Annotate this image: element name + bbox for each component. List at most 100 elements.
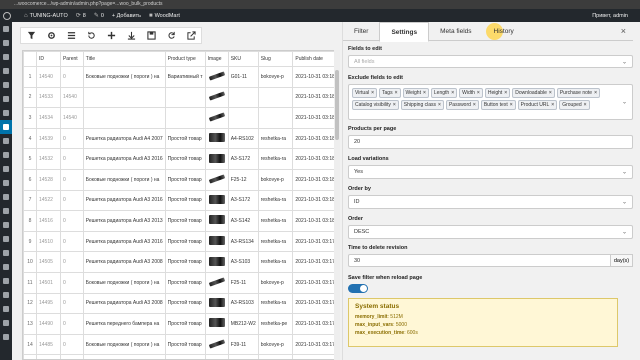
column-header[interactable]: Product type bbox=[164, 51, 206, 67]
remove-tag-icon[interactable]: × bbox=[451, 90, 454, 96]
wp-logo[interactable] bbox=[3, 11, 16, 20]
history-button[interactable] bbox=[81, 28, 101, 43]
row-number-cell[interactable]: 11 bbox=[23, 271, 37, 294]
table-row[interactable]: 13 14490 0 Решетка переднего бампера на Прос… bbox=[23, 313, 339, 335]
parent-cell[interactable]: 0 bbox=[59, 313, 84, 335]
row-number-cell[interactable]: 14 bbox=[23, 333, 37, 356]
table-row[interactable]: 12 14495 0 Решетка радиатора Audi A3 2008 Пр… bbox=[23, 292, 339, 315]
table-row[interactable]: 2 14533 14540 2021-10-31 03:18 bbox=[23, 86, 339, 109]
publish-date-cell[interactable]: 2021-10-31 03:18 bbox=[292, 189, 339, 212]
title-cell[interactable] bbox=[82, 107, 166, 129]
product-type-cell[interactable]: Вариативный т bbox=[164, 66, 206, 88]
close-panel-button[interactable]: × bbox=[621, 26, 626, 36]
menu-marketing[interactable] bbox=[0, 148, 12, 162]
title-cell[interactable]: Боковые подножки ( пороги ) на bbox=[82, 271, 166, 294]
woodmart-link[interactable]: ■ WoodMart bbox=[149, 13, 180, 19]
settings-button[interactable] bbox=[41, 28, 61, 43]
image-cell[interactable] bbox=[204, 107, 229, 129]
order-by-select[interactable]: ID ⌄ bbox=[348, 195, 633, 209]
account-menu[interactable]: Привет, admin bbox=[592, 13, 628, 19]
column-header[interactable]: ID bbox=[36, 51, 61, 67]
row-number-cell[interactable]: 6 bbox=[23, 168, 37, 191]
publish-date-cell[interactable]: 2021-10-31 03:17 bbox=[292, 313, 339, 335]
table-row[interactable]: 9 14510 0 Решетка радиатора Audi A3 2016 Про… bbox=[23, 230, 339, 253]
title-cell[interactable]: Решетка переднего бампера на bbox=[82, 354, 166, 359]
external-button[interactable] bbox=[181, 28, 201, 43]
menu-media[interactable] bbox=[0, 50, 12, 64]
id-cell[interactable]: 14505 bbox=[36, 251, 61, 273]
slug-cell[interactable]: reshetka-ra bbox=[257, 210, 294, 232]
product-type-cell[interactable]: Простой товар bbox=[164, 127, 206, 150]
column-header[interactable]: Slug bbox=[257, 51, 294, 67]
menu-extra-1[interactable] bbox=[0, 232, 12, 246]
image-cell[interactable] bbox=[204, 86, 229, 109]
fields-to-edit-select[interactable]: All fields ⌄ bbox=[348, 55, 633, 68]
slug-cell[interactable]: bokovye-p bbox=[257, 66, 294, 88]
remove-tag-icon[interactable]: × bbox=[510, 102, 513, 108]
image-cell[interactable] bbox=[204, 168, 229, 191]
id-cell[interactable]: 14522 bbox=[36, 189, 61, 212]
remove-tag-icon[interactable]: × bbox=[371, 90, 374, 96]
product-type-cell[interactable]: Простой товар bbox=[164, 210, 206, 232]
menu-collapse[interactable] bbox=[0, 330, 12, 344]
sku-cell[interactable]: G01-11 bbox=[227, 66, 259, 88]
column-header[interactable]: Title bbox=[82, 51, 166, 67]
id-cell[interactable]: 14532 bbox=[36, 148, 61, 170]
image-cell[interactable] bbox=[204, 189, 229, 212]
parent-cell[interactable]: 0 bbox=[59, 271, 84, 294]
scrollbar-thumb[interactable] bbox=[335, 70, 339, 140]
title-cell[interactable]: Боковые подножки ( пороги ) на bbox=[82, 66, 166, 88]
table-row[interactable]: 3 14534 14540 2021-10-31 03:18 bbox=[23, 107, 339, 129]
sku-cell[interactable] bbox=[227, 107, 259, 129]
parent-cell[interactable]: 0 bbox=[59, 251, 84, 273]
order-select[interactable]: DESC ⌄ bbox=[348, 225, 633, 239]
title-cell[interactable]: Боковые подножки ( пороги ) на bbox=[82, 333, 166, 356]
menu-tools[interactable] bbox=[0, 204, 12, 218]
parent-cell[interactable]: 0 bbox=[59, 66, 84, 88]
column-header[interactable]: SKU bbox=[227, 51, 259, 67]
menu-dashboard[interactable] bbox=[0, 22, 12, 36]
publish-date-cell[interactable]: 2021-10-31 03:17 bbox=[292, 230, 339, 253]
id-cell[interactable]: 14495 bbox=[36, 292, 61, 315]
title-cell[interactable]: Решетка радиатора Audi A4 2007 bbox=[82, 127, 166, 150]
sku-cell[interactable]: A3-S172 bbox=[227, 148, 259, 170]
slug-cell[interactable]: bokovye-p bbox=[257, 271, 294, 294]
publish-date-cell[interactable]: 2021-10-31 03:18 bbox=[292, 86, 339, 109]
products-per-page-input[interactable]: 20 bbox=[348, 135, 633, 149]
sku-cell[interactable]: A3-RS134 bbox=[227, 230, 259, 253]
product-type-cell[interactable]: Простой товар bbox=[164, 354, 206, 359]
menu-products[interactable] bbox=[0, 106, 12, 120]
id-cell[interactable]: 14540 bbox=[36, 66, 61, 88]
row-number-cell[interactable]: 8 bbox=[23, 210, 37, 232]
slug-cell[interactable]: reshetka-ra bbox=[257, 292, 294, 315]
slug-cell[interactable]: reshetka-ra bbox=[257, 148, 294, 170]
menu-pages[interactable] bbox=[0, 64, 12, 78]
slug-cell[interactable]: reshetka-ra bbox=[257, 127, 294, 150]
publish-date-cell[interactable]: 2021-10-31 03:18 bbox=[292, 66, 339, 88]
remove-tag-icon[interactable]: × bbox=[551, 102, 554, 108]
table-row[interactable]: 7 14522 0 Решетка радиатора Audi A3 2016 Про… bbox=[23, 189, 339, 212]
image-cell[interactable] bbox=[204, 127, 229, 150]
image-cell[interactable] bbox=[204, 333, 229, 356]
menu-extra-3[interactable] bbox=[0, 260, 12, 274]
sku-cell[interactable]: A3-S103 bbox=[227, 251, 259, 273]
title-cell[interactable]: Боковые подножки ( пороги ) на bbox=[82, 168, 166, 191]
image-cell[interactable] bbox=[204, 271, 229, 294]
save-filter-toggle[interactable] bbox=[348, 284, 368, 293]
publish-date-cell[interactable]: 2021-10-31 03:17 bbox=[292, 333, 339, 356]
product-type-cell[interactable]: Простой товар bbox=[164, 292, 206, 315]
row-number-cell[interactable]: 7 bbox=[23, 189, 37, 212]
save-button[interactable] bbox=[141, 28, 161, 43]
publish-date-cell[interactable]: 2021-10-31 03:18 bbox=[292, 168, 339, 191]
product-type-cell[interactable]: Простой товар bbox=[164, 168, 206, 191]
site-name-link[interactable]: ⌂ TUNING-AUTO bbox=[24, 13, 68, 19]
slug-cell[interactable]: reshetka-ra bbox=[257, 251, 294, 273]
parent-cell[interactable]: 0 bbox=[59, 333, 84, 356]
title-cell[interactable] bbox=[82, 86, 166, 109]
add-new-link[interactable]: + Добавить bbox=[112, 13, 141, 19]
menu-plugins[interactable] bbox=[0, 176, 12, 190]
table-row[interactable]: 8 14516 0 Решетка радиатора Audi A3 2013 Про… bbox=[23, 210, 339, 232]
row-number-cell[interactable]: 13 bbox=[23, 313, 37, 335]
sku-cell[interactable]: A4-RS102 bbox=[227, 127, 259, 150]
id-cell[interactable]: 14534 bbox=[36, 107, 61, 129]
